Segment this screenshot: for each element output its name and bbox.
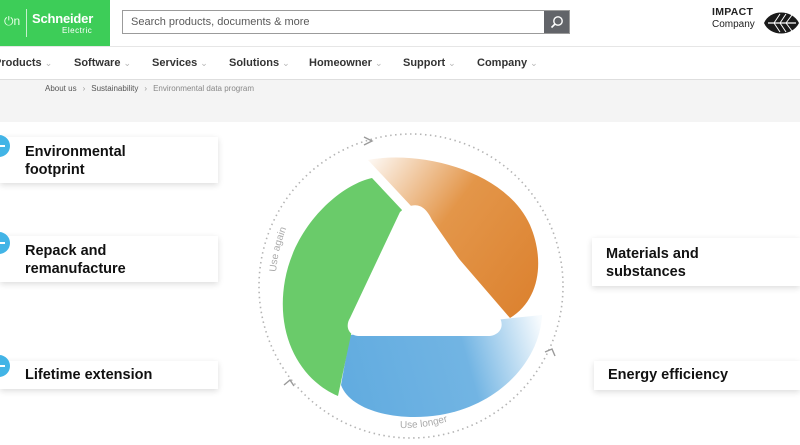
card-lifetime-extension[interactable]: Lifetime extension xyxy=(0,361,218,389)
chevron-down-icon: ⌄ xyxy=(530,58,538,68)
card-repack-and-remanufacture[interactable]: Repack and remanufacture xyxy=(0,236,218,282)
nav-item-software[interactable]: Software ⌄ xyxy=(74,57,131,69)
card-label-line1: Materials and xyxy=(606,246,699,262)
card-label-line1: Repack and xyxy=(25,243,107,259)
breadcrumb: About us › Sustainability › Environmental da… xyxy=(45,84,254,93)
card-label-line1: Energy efficiency xyxy=(608,367,729,383)
nav-item-label: Solutions xyxy=(229,57,280,69)
chevron-down-icon: ⌄ xyxy=(200,58,208,68)
search-input[interactable] xyxy=(123,11,543,33)
card-label-line1: Environmental xyxy=(25,144,126,160)
main-nav: Products⌄ Software⌄ Services⌄ Solutions⌄… xyxy=(0,46,800,80)
card-energy-efficiency[interactable]: Energy efficiency xyxy=(594,361,800,390)
nav-item-services[interactable]: Services ⌄ xyxy=(152,57,208,69)
nav-item-label: Software xyxy=(74,57,121,69)
chevron-down-icon: ⌄ xyxy=(123,58,132,68)
nav-item-products[interactable]: Products⌄ xyxy=(0,57,52,69)
impact-label: IMPACT xyxy=(712,6,754,18)
logo-brand-subname: Electric xyxy=(62,26,93,35)
nav-item-homeowner[interactable]: Homeowner ⌄ xyxy=(309,57,383,69)
chevron-down-icon: ⌄ xyxy=(44,58,53,68)
breadcrumb-separator: › xyxy=(144,84,148,93)
arrow-down-icon xyxy=(544,348,556,357)
breadcrumb-separator: › xyxy=(82,84,86,93)
search-icon xyxy=(550,16,563,29)
search-bar xyxy=(122,10,570,34)
nav-item-label: Products xyxy=(0,57,42,69)
logo-divider xyxy=(26,9,27,37)
nav-item-label: Homeowner xyxy=(309,57,372,69)
breadcrumb-item-sustainability[interactable]: Sustainability xyxy=(91,84,138,93)
header: ⏻n Schneider Electric IMPACT Company xyxy=(0,0,800,46)
arrow-up-icon xyxy=(283,378,295,387)
label-use-again: Use again xyxy=(268,225,289,272)
nav-item-label: Company xyxy=(477,57,528,69)
leaf-icon xyxy=(764,12,799,34)
circular-economy-diagram: Use better Use again Use longer xyxy=(258,133,564,439)
nav-item-support[interactable]: Support ⌄ xyxy=(403,57,456,69)
schneider-logo[interactable]: ⏻n Schneider Electric xyxy=(0,0,110,46)
page: ⏻n Schneider Electric IMPACT Company xyxy=(0,0,800,445)
breadcrumb-item-about-us[interactable]: About us xyxy=(45,84,77,93)
nav-item-company[interactable]: Company ⌄ xyxy=(477,57,538,69)
nav-item-solutions[interactable]: Solutions ⌄ xyxy=(229,57,290,69)
card-materials-and-substances[interactable]: Materials and substances xyxy=(592,238,800,286)
card-label-line1: Lifetime extension xyxy=(25,367,153,383)
card-label-line2: remanufacture xyxy=(25,261,126,277)
power-icon: ⏻n xyxy=(4,14,21,28)
nav-item-label: Support xyxy=(403,57,446,69)
chevron-down-icon: ⌄ xyxy=(374,58,383,68)
chevron-down-icon: ⌄ xyxy=(282,58,290,68)
card-label-line2: substances xyxy=(606,264,686,280)
impact-company-badge[interactable]: IMPACT Company xyxy=(712,5,800,41)
logo-brand-name: Schneider xyxy=(32,11,94,26)
nav-item-label: Services xyxy=(152,57,198,69)
company-label: Company xyxy=(712,19,755,30)
arrow-right-icon xyxy=(363,136,374,146)
search-button[interactable] xyxy=(544,11,569,33)
chevron-down-icon: ⌄ xyxy=(448,58,456,68)
card-label-line2: footprint xyxy=(25,162,85,178)
card-environmental-footprint[interactable]: Environmental footprint xyxy=(0,137,218,183)
breadcrumb-item-current: Environmental data program xyxy=(153,84,255,93)
